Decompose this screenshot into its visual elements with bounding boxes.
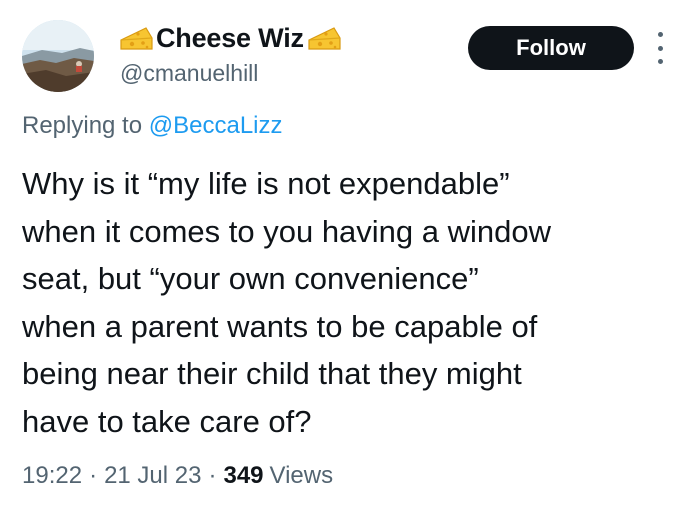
dot	[657, 45, 663, 51]
avatar[interactable]	[22, 20, 94, 92]
replying-to-prefix: Replying to	[22, 112, 149, 139]
tweet-time[interactable]: 19:22	[22, 462, 82, 490]
tweet-meta: 19:22 · 21 Jul 23 · 349 Views	[22, 462, 333, 490]
landscape-avatar-icon	[22, 20, 94, 92]
follow-button[interactable]: Follow	[468, 26, 634, 70]
replying-to: Replying to @BeccaLizz	[22, 112, 283, 140]
cheese-icon	[306, 23, 342, 53]
display-name[interactable]: Cheese Wiz	[156, 23, 304, 54]
more-options-icon[interactable]	[655, 32, 665, 64]
cheese-icon	[118, 23, 154, 53]
meta-separator: ·	[89, 462, 98, 489]
dot	[657, 59, 663, 64]
user-handle[interactable]: @cmanuelhill	[120, 60, 258, 87]
views-count[interactable]: 349	[223, 462, 263, 490]
reply-mention-link[interactable]: @BeccaLizz	[149, 112, 283, 139]
tweet-text: Why is it “my life is not expendable” wh…	[22, 166, 552, 439]
meta-separator: ·	[208, 462, 217, 489]
views-label[interactable]: Views	[270, 462, 334, 490]
author-name-row[interactable]: Cheese Wiz	[118, 20, 342, 56]
dot	[657, 32, 663, 37]
tweet-date[interactable]: 21 Jul 23	[104, 462, 201, 490]
